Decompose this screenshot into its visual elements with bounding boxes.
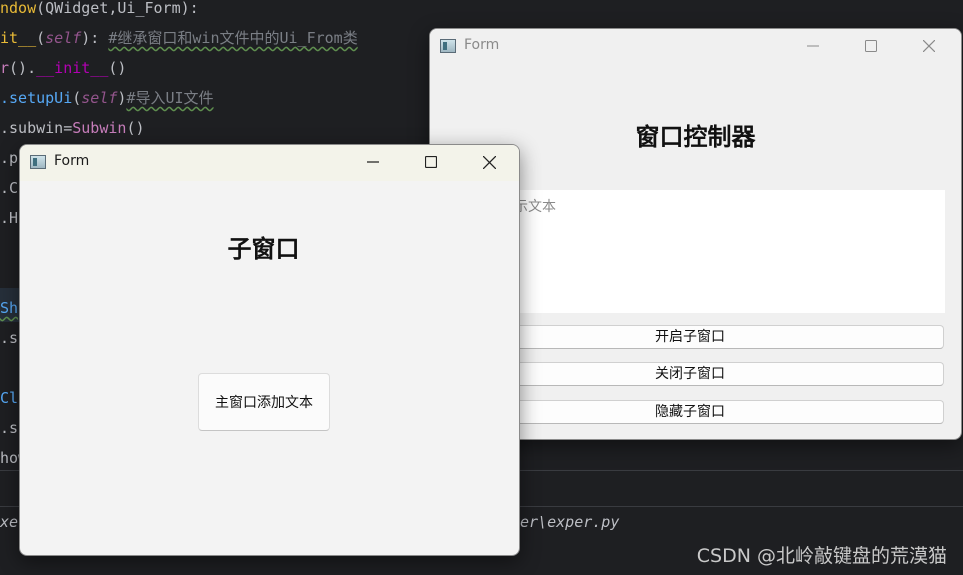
- close-icon[interactable]: [901, 29, 957, 63]
- text-display-placeholder: 示文本: [514, 199, 556, 215]
- watermark: CSDN @北岭敲键盘的荒漠猫: [696, 545, 947, 567]
- maximize-icon[interactable]: [403, 145, 459, 179]
- app-window-icon: [30, 155, 46, 169]
- code-line-5: .subwin=Subwin(): [0, 119, 145, 137]
- code-line-1: ndow(QWidget,Ui_Form):: [0, 0, 199, 17]
- code-line-6: .p: [0, 149, 19, 167]
- minimize-icon[interactable]: [345, 145, 401, 179]
- close-icon[interactable]: [461, 145, 517, 179]
- child-window[interactable]: Form 子窗口 主窗口添加文本: [19, 144, 520, 556]
- add-text-to-main-button[interactable]: 主窗口添加文本: [198, 373, 330, 431]
- terminal-text-path: per\exper.py: [511, 513, 620, 531]
- child-window-title: Form: [54, 153, 90, 169]
- code-line-9: Sh: [0, 299, 19, 317]
- minimize-icon[interactable]: [785, 29, 841, 63]
- code-line-12: .s: [0, 419, 19, 437]
- code-line-11: Cl: [0, 389, 19, 407]
- code-line-4: .setupUi(self)#导入UI文件: [0, 89, 214, 107]
- maximize-icon[interactable]: [843, 29, 899, 63]
- code-line-8: .H: [0, 209, 19, 227]
- code-line-3: r().__init__(): [0, 59, 127, 77]
- terminal-text-left: xe: [0, 513, 19, 531]
- code-line-7: .C: [0, 179, 19, 197]
- child-window-titlebar[interactable]: Form: [20, 145, 519, 181]
- child-window-heading: 子窗口: [227, 235, 300, 263]
- main-window-titlebar[interactable]: Form: [430, 29, 961, 65]
- code-line-2: it__(self): #继承窗口和win文件中的Ui_From类: [0, 29, 358, 47]
- code-line-10: .s: [0, 329, 19, 347]
- main-window-title: Form: [464, 37, 500, 53]
- app-window-icon: [440, 39, 456, 53]
